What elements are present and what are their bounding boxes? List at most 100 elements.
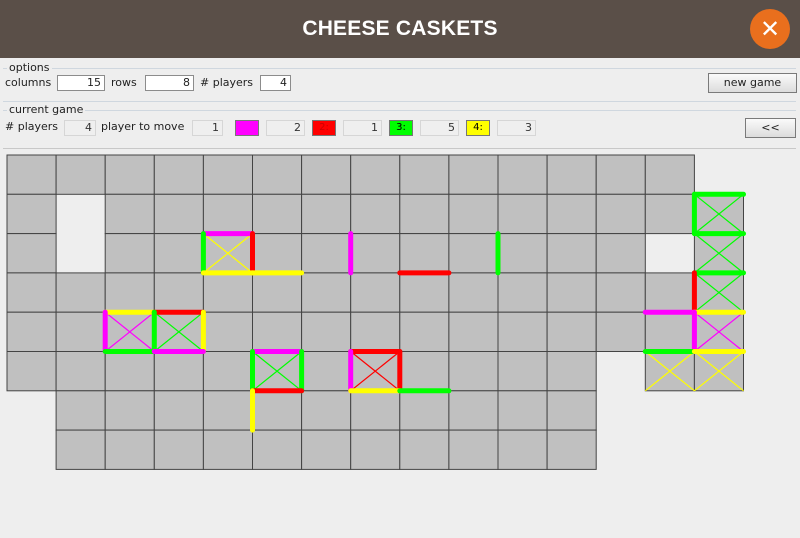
board-cell[interactable] [448, 311, 499, 352]
board-cell[interactable] [350, 311, 401, 352]
board-cell[interactable] [399, 429, 450, 470]
board-cell[interactable] [448, 429, 499, 470]
board-cell[interactable] [546, 390, 597, 431]
board-cell[interactable] [448, 154, 499, 195]
board-cell[interactable] [644, 193, 695, 235]
board-cell[interactable] [252, 429, 303, 470]
board-cell[interactable] [55, 351, 106, 392]
board-cell[interactable] [153, 154, 204, 195]
board-cell[interactable] [448, 193, 499, 235]
board-cell[interactable] [546, 233, 597, 274]
board-cell[interactable] [399, 193, 450, 235]
board-cell[interactable] [55, 311, 106, 352]
board-cell[interactable] [448, 233, 499, 274]
board-cell[interactable] [448, 272, 499, 313]
board-cell[interactable] [350, 154, 401, 195]
board-cell[interactable] [595, 233, 646, 274]
board-cell[interactable] [153, 351, 204, 392]
board-cell[interactable] [497, 233, 548, 274]
board-cell[interactable] [104, 193, 155, 235]
undo-button[interactable]: << [745, 118, 796, 138]
board-cell[interactable] [497, 193, 548, 235]
board-cell[interactable] [202, 193, 253, 235]
board-cell[interactable] [104, 351, 155, 392]
board-cell[interactable] [6, 233, 57, 274]
board-cell[interactable] [301, 272, 352, 313]
board-cell[interactable] [153, 429, 204, 470]
board-cell[interactable] [497, 272, 548, 313]
close-icon[interactable]: ✕ [750, 9, 790, 49]
board-cell[interactable] [497, 154, 548, 195]
board-cell[interactable] [399, 233, 450, 274]
board-cell[interactable] [153, 193, 204, 235]
board-cell[interactable] [399, 311, 450, 352]
board-cell[interactable] [252, 154, 303, 195]
board-cell[interactable] [497, 351, 548, 392]
board-cell[interactable] [202, 351, 253, 392]
board-cell[interactable] [153, 390, 204, 431]
board-cell[interactable] [595, 154, 646, 195]
board-cell[interactable] [104, 390, 155, 431]
board-cell[interactable] [202, 272, 253, 313]
board-cell[interactable] [55, 272, 106, 313]
board-cell[interactable] [6, 351, 57, 392]
board-cell[interactable] [55, 154, 106, 195]
board-cell[interactable] [104, 272, 155, 313]
board-cell[interactable] [104, 429, 155, 470]
board-cell[interactable] [104, 154, 155, 195]
players-option-field[interactable]: 4 [260, 75, 291, 91]
board-cell[interactable] [546, 193, 597, 235]
game-board[interactable] [3, 149, 796, 537]
board-cell[interactable] [497, 429, 548, 470]
board-cell[interactable] [595, 193, 646, 235]
board-cell[interactable] [546, 311, 597, 352]
board-cell[interactable] [55, 429, 106, 470]
board-cell[interactable] [497, 390, 548, 431]
board-cell[interactable] [546, 429, 597, 470]
board-cell[interactable] [399, 390, 450, 431]
board-cell[interactable] [644, 272, 695, 313]
rows-field[interactable]: 8 [145, 75, 194, 91]
board-cell[interactable] [301, 193, 352, 235]
board-cell[interactable] [6, 154, 57, 195]
board-cell[interactable] [6, 311, 57, 352]
board-cell[interactable] [252, 193, 303, 235]
board-cell[interactable] [104, 233, 155, 274]
board-cell[interactable] [399, 351, 450, 392]
board-cell[interactable] [252, 272, 303, 313]
new-game-button[interactable]: new game [708, 73, 797, 93]
board-cell[interactable] [153, 272, 204, 313]
board-cell[interactable] [497, 311, 548, 352]
board-cell[interactable] [6, 193, 57, 235]
board-cell[interactable] [644, 311, 695, 352]
board-cell[interactable] [202, 390, 253, 431]
board-cell[interactable] [595, 311, 646, 352]
board-cell[interactable] [301, 233, 352, 274]
columns-field[interactable]: 15 [57, 75, 105, 91]
board-cell[interactable] [301, 311, 352, 352]
board-cell[interactable] [448, 351, 499, 392]
board-cell[interactable] [350, 390, 401, 431]
board-cell[interactable] [153, 233, 204, 274]
board-cell[interactable] [350, 193, 401, 235]
board-cell[interactable] [546, 351, 597, 392]
board-cell[interactable] [301, 390, 352, 431]
board-cell[interactable] [252, 233, 303, 274]
board-cell[interactable] [399, 154, 450, 195]
board-cell[interactable] [202, 311, 253, 352]
board-cell[interactable] [301, 429, 352, 470]
board-cell[interactable] [55, 390, 106, 431]
board-cell[interactable] [644, 154, 695, 195]
board-cell[interactable] [350, 429, 401, 470]
board-cell[interactable] [350, 233, 401, 274]
board-cell[interactable] [202, 429, 253, 470]
board-cell[interactable] [595, 272, 646, 313]
board-cell[interactable] [6, 272, 57, 313]
board-cell[interactable] [301, 154, 352, 195]
board-cell[interactable] [448, 390, 499, 431]
board-cell[interactable] [546, 154, 597, 195]
board-cell[interactable] [252, 390, 303, 431]
board-cell[interactable] [546, 272, 597, 313]
board-cell[interactable] [301, 351, 352, 392]
board-cell[interactable] [399, 272, 450, 313]
